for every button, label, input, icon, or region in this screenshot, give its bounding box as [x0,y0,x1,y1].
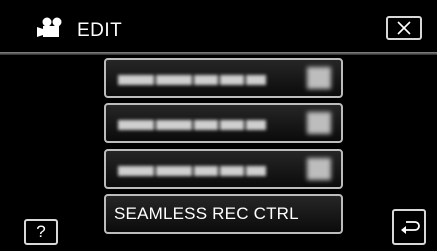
close-button[interactable] [386,16,422,40]
obscured-value-icon [307,158,331,180]
menu-item-3[interactable] [104,149,343,189]
video-camera-icon [37,17,62,37]
menu-item-1[interactable] [104,58,343,98]
close-icon [397,21,411,35]
page-title: EDIT [77,20,123,41]
header-divider [0,52,437,55]
help-button[interactable]: ? [24,219,58,245]
back-button[interactable] [392,209,426,245]
obscured-value-icon [307,112,331,134]
header-bar: EDIT [0,0,437,53]
menu-item-label: SEAMLESS REC CTRL [114,204,299,223]
obscured-label [118,163,268,176]
obscured-value-icon [307,67,331,89]
menu-item-2[interactable] [104,103,343,143]
help-label: ? [36,222,46,241]
menu-item-seamless-rec-ctrl[interactable]: SEAMLESS REC CTRL [104,194,343,234]
obscured-label [118,72,268,85]
return-arrow-icon [401,221,420,234]
obscured-label [118,117,268,130]
